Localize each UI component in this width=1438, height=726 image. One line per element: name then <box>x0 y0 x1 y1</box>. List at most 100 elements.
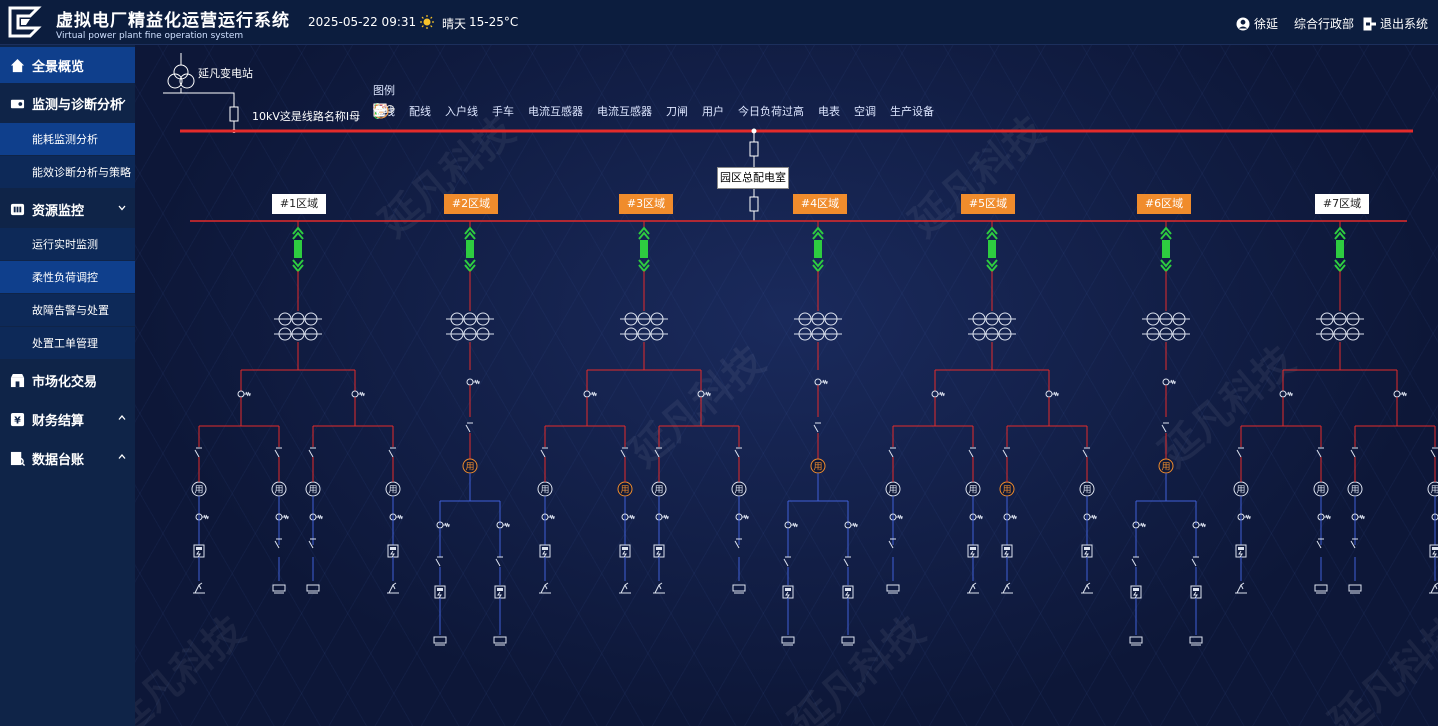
department-label[interactable]: 综合行政部 <box>1294 15 1354 32</box>
overload-user-icon: 用 <box>1158 458 1174 474</box>
knife-switch-icon <box>1002 447 1010 458</box>
current-transformer-small-icon <box>389 513 403 521</box>
user-node-icon: 用 <box>305 481 321 497</box>
datetime: 2025-05-22 09:31 <box>308 15 417 29</box>
current-transformer-small-icon <box>1132 521 1146 529</box>
zone-5-label[interactable]: #5区域 <box>961 194 1015 214</box>
knife-switch-icon <box>465 422 473 433</box>
sidebar-item-overview[interactable]: 全景概览 <box>0 47 135 83</box>
legend-current-transformer: 电流互感器 <box>373 103 583 119</box>
user-node-label: 用 <box>1350 485 1359 496</box>
current-transformer-icon <box>620 312 668 341</box>
legend-label: 空调 <box>854 105 876 118</box>
handcart-icon <box>292 226 304 273</box>
user-node-icon: 用 <box>885 481 901 497</box>
sidebar-item-flexible-load[interactable]: 柔性负荷调控 <box>0 261 135 293</box>
sidebar-item-market-trading[interactable]: 市场化交易 <box>0 362 135 398</box>
current-transformer-small-icon <box>1162 378 1176 386</box>
aircon-icon <box>1129 636 1143 646</box>
current-transformer-icon <box>794 312 842 341</box>
zone-6-label[interactable]: #6区域 <box>1137 194 1191 214</box>
knife-switch-icon <box>1131 556 1139 567</box>
meter-icon <box>1190 585 1202 599</box>
sidebar-item-fault-alarm[interactable]: 故障告警与处置 <box>0 294 135 326</box>
user-node-label: 用 <box>194 485 203 496</box>
aircon-icon <box>886 584 900 594</box>
aircon-icon <box>1189 636 1203 646</box>
aircon-icon <box>841 636 855 646</box>
user-node-label: 用 <box>813 462 822 473</box>
sidebar-item-efficiency-diagnosis[interactable]: 能效诊断分析与策略 <box>0 156 135 188</box>
zone-1-label[interactable]: #1区域 <box>272 194 326 214</box>
meter-icon <box>539 544 551 558</box>
aircon-icon <box>433 636 447 646</box>
sidebar-item-label: 全景概览 <box>32 59 85 75</box>
zone-2-label[interactable]: #2区域 <box>444 194 498 214</box>
user-node-icon: 用 <box>965 481 981 497</box>
meter-icon <box>653 544 665 558</box>
legend-user: 用用户 <box>373 103 724 119</box>
meter-icon <box>967 544 979 558</box>
production-equipment-icon <box>539 582 551 594</box>
current-transformer-small-icon <box>275 513 289 521</box>
distribution-room-label[interactable]: 园区总配电室 <box>717 167 789 189</box>
weather-temp: 15-25°C <box>469 15 519 29</box>
current-transformer-small-icon <box>655 513 669 521</box>
user-node-label: 用 <box>1082 485 1091 496</box>
sidebar-item-label: 柔性负荷调控 <box>32 271 98 284</box>
sidebar-item-label: 资源监控 <box>32 203 85 219</box>
overload-user-icon: 用 <box>999 481 1015 497</box>
diagram-canvas: 用用用用用用用用用用用用用用用用用用用 <box>163 53 1438 646</box>
meter-icon <box>619 544 631 558</box>
legend-incoming-line: 入户线 <box>373 103 478 119</box>
handcart-icon <box>1334 226 1346 273</box>
sidebar-item-label: 故障告警与处置 <box>32 304 109 317</box>
meter-icon <box>434 585 446 599</box>
meter-icon <box>1429 544 1438 558</box>
meter-icon <box>782 585 794 599</box>
top-bar: 虚拟电厂精益化运营运行系统 Virtual power plant fine o… <box>0 0 1438 45</box>
current-transformer-small-icon <box>466 378 480 386</box>
knife-switch-icon <box>495 556 503 567</box>
aircon-icon <box>1348 584 1362 594</box>
legend-label: 入户线 <box>445 105 478 118</box>
knife-switch-icon <box>783 556 791 567</box>
handcart-icon <box>812 226 824 273</box>
knife-switch-icon <box>388 447 396 458</box>
user-menu[interactable]: 徐延 <box>1236 15 1278 32</box>
user-node-label: 用 <box>308 485 317 496</box>
current-transformer-icon <box>1142 312 1190 341</box>
meter-icon <box>494 585 506 599</box>
sidebar-item-resource-monitoring[interactable]: 资源监控 <box>0 191 135 227</box>
meter-icon <box>387 544 399 558</box>
sidebar-item-energy-monitoring[interactable]: 能耗监测分析 <box>0 123 135 155</box>
knife-switch-icon <box>654 447 662 458</box>
user-node-icon: 用 <box>1079 481 1095 497</box>
sidebar-item-realtime-monitoring[interactable]: 运行实时监测 <box>0 228 135 260</box>
current-transformer-icon <box>968 312 1016 341</box>
user-node-label: 用 <box>968 485 977 496</box>
current-transformer-small-icon <box>496 521 510 529</box>
logout-button[interactable]: 退出系统 <box>1363 15 1428 32</box>
sidebar-item-label: 监测与诊断分析 <box>32 97 124 113</box>
app-subtitle: Virtual power plant fine operation syste… <box>56 31 244 41</box>
zone-3-label[interactable]: #3区域 <box>619 194 673 214</box>
user-node-label: 用 <box>1430 485 1438 496</box>
sidebar-item-label: 处置工单管理 <box>32 337 98 350</box>
zone-4-label[interactable]: #4区域 <box>793 194 847 214</box>
current-transformer-small-icon <box>1045 390 1059 398</box>
sidebar-item-label: 能效诊断分析与策略 <box>32 166 131 179</box>
production-equipment-icon <box>653 582 665 594</box>
production-equipment-icon <box>1001 582 1013 594</box>
legend-handcart: 手车 <box>373 103 514 119</box>
sidebar-item-data-ledger[interactable]: 数据台账 <box>0 440 135 476</box>
sidebar-item-finance[interactable]: ¥ 财务结算 <box>0 401 135 437</box>
zone-7-label[interactable]: #7区域 <box>1315 194 1369 214</box>
user-node-label: 用 <box>1002 485 1011 496</box>
sidebar-item-work-orders[interactable]: 处置工单管理 <box>0 327 135 359</box>
home-icon <box>10 58 25 72</box>
current-transformer-small-icon <box>844 521 858 529</box>
sidebar-item-label: 数据台账 <box>32 452 85 468</box>
sidebar-item-monitoring[interactable]: 监测与诊断分析 <box>0 85 135 121</box>
knife-switch-icon <box>435 556 443 567</box>
